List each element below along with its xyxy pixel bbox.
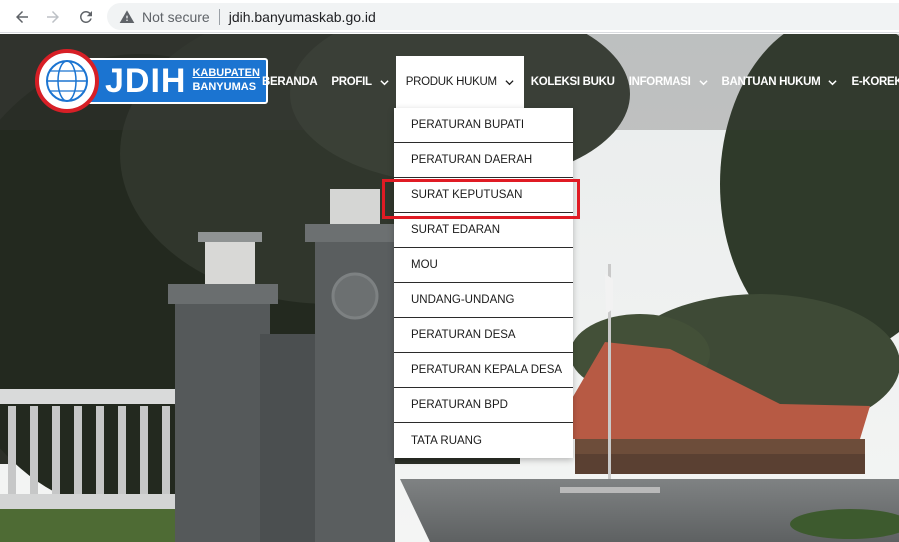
menu-item-label: BERANDA (262, 76, 318, 88)
back-arrow-icon (16, 11, 28, 23)
menu-item-produk-hukum[interactable]: PRODUK HUKUM (395, 56, 524, 108)
menu-item-label: PROFIL (331, 76, 372, 88)
url-text[interactable]: jdih.banyumaskab.go.id (229, 9, 376, 25)
logo-title: JDIH (105, 62, 187, 100)
menu-item-e-koreksi[interactable]: E-KOREKSI (844, 56, 899, 108)
dropdown-item-peraturan-bupati[interactable]: PERATURAN BUPATI (394, 108, 573, 143)
menu-item-label: PRODUK HUKUM (405, 76, 497, 88)
chevron-down-icon (698, 79, 708, 85)
dropdown-item-peraturan-bpd[interactable]: PERATURAN BPD (394, 388, 573, 423)
produk-hukum-dropdown: PERATURAN BUPATI PERATURAN DAERAH SURAT … (394, 108, 573, 458)
menu-item-label: KOLEKSI BUKU (530, 76, 615, 88)
chevron-down-icon (828, 79, 838, 85)
logo-banner: JDIH KABUPATEN BANYUMAS (87, 58, 268, 104)
dropdown-item-peraturan-kepala-desa[interactable]: PERATURAN KEPALA DESA (394, 353, 573, 388)
security-label[interactable]: Not secure (142, 9, 210, 25)
dropdown-item-mou[interactable]: MOU (394, 248, 573, 283)
menu-item-beranda[interactable]: BERANDA (255, 56, 324, 108)
forward-arrow-icon (47, 11, 59, 23)
reload-button[interactable] (73, 4, 99, 30)
menu-item-label: E-KOREKSI (851, 76, 899, 88)
highlight-box (382, 179, 580, 219)
logo-emblem (35, 49, 99, 113)
reload-icon (79, 10, 92, 23)
dropdown-item-peraturan-desa[interactable]: PERATURAN DESA (394, 318, 573, 353)
address-bar[interactable]: Not secure jdih.banyumaskab.go.id (107, 3, 899, 30)
menu-item-bantuan-hukum[interactable]: BANTUAN HUKUM (715, 56, 845, 108)
logo-subtitle: KABUPATEN BANYUMAS (192, 67, 259, 95)
address-separator (218, 8, 220, 25)
web-page: JDIH KABUPATEN BANYUMAS BERANDA PROFIL P… (0, 34, 899, 542)
menu-item-label: BANTUAN HUKUM (721, 76, 821, 88)
dropdown-item-tata-ruang[interactable]: TATA RUANG (394, 423, 573, 458)
menu-item-profil[interactable]: PROFIL (324, 56, 395, 108)
menu-item-label: INFORMASI (628, 76, 691, 88)
chevron-down-icon (505, 79, 514, 85)
logo-subtitle-line2: BANYUMAS (192, 81, 257, 93)
globe-icon (46, 60, 88, 102)
logo-subtitle-line1: KABUPATEN (192, 67, 260, 80)
back-button[interactable] (9, 4, 35, 30)
dropdown-item-undang-undang[interactable]: UNDANG-UNDANG (394, 283, 573, 318)
warning-icon (119, 9, 135, 23)
menu-item-informasi[interactable]: INFORMASI (622, 56, 715, 108)
browser-toolbar: Not secure jdih.banyumaskab.go.id (0, 0, 899, 33)
site-logo[interactable]: JDIH KABUPATEN BANYUMAS (35, 49, 268, 113)
dropdown-item-peraturan-daerah[interactable]: PERATURAN DAERAH (394, 143, 573, 178)
forward-button[interactable] (40, 4, 66, 30)
chevron-down-icon (380, 79, 389, 85)
menu-item-koleksi-buku[interactable]: KOLEKSI BUKU (524, 56, 622, 108)
main-menu: BERANDA PROFIL PRODUK HUKUM KOLEKSI BUKU… (255, 56, 899, 108)
